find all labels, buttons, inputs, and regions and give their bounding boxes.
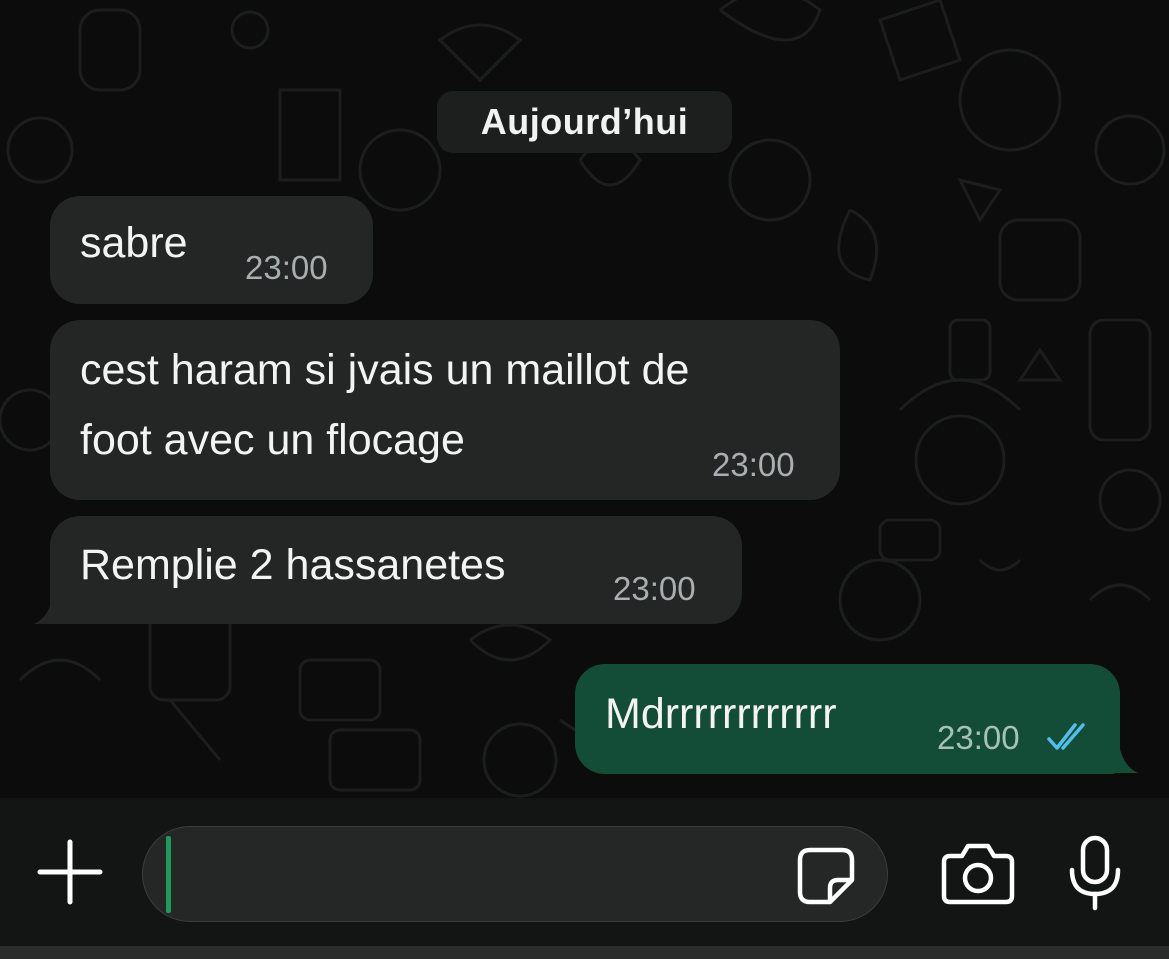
read-receipt-icon — [1047, 723, 1085, 750]
text-caret — [166, 836, 171, 913]
date-separator: Aujourd’hui — [437, 91, 732, 153]
chat-area[interactable]: Aujourd’hui sabre 23:00 cest haram si jv… — [0, 0, 1169, 798]
microphone-icon[interactable] — [1064, 834, 1126, 914]
camera-icon[interactable] — [940, 840, 1016, 906]
message-text: sabre — [80, 219, 188, 267]
message-time: 23:00 — [613, 570, 696, 607]
message-time: 23:00 — [245, 249, 328, 286]
sticker-icon[interactable] — [794, 844, 858, 908]
message-bubble[interactable]: Remplie 2 hassanetes 23:00 — [50, 516, 742, 624]
message-time: 23:00 — [712, 446, 795, 483]
message-bubble[interactable]: cest haram si jvais un maillot de foot a… — [50, 320, 840, 500]
message-input[interactable] — [142, 826, 888, 922]
home-indicator-area — [0, 946, 1169, 959]
message-bubble[interactable]: Mdrrrrrrrrrrrr 23:00 — [575, 664, 1120, 774]
message-time: 23:00 — [937, 719, 1020, 756]
message-bubble[interactable]: sabre 23:00 — [50, 196, 373, 304]
message-text: foot avec un flocage — [80, 416, 465, 464]
message-text: cest haram si jvais un maillot de — [80, 346, 690, 394]
plus-icon[interactable] — [36, 838, 104, 906]
message-text: Remplie 2 hassanetes — [80, 541, 506, 589]
message-text: Mdrrrrrrrrrrrr — [605, 690, 837, 738]
